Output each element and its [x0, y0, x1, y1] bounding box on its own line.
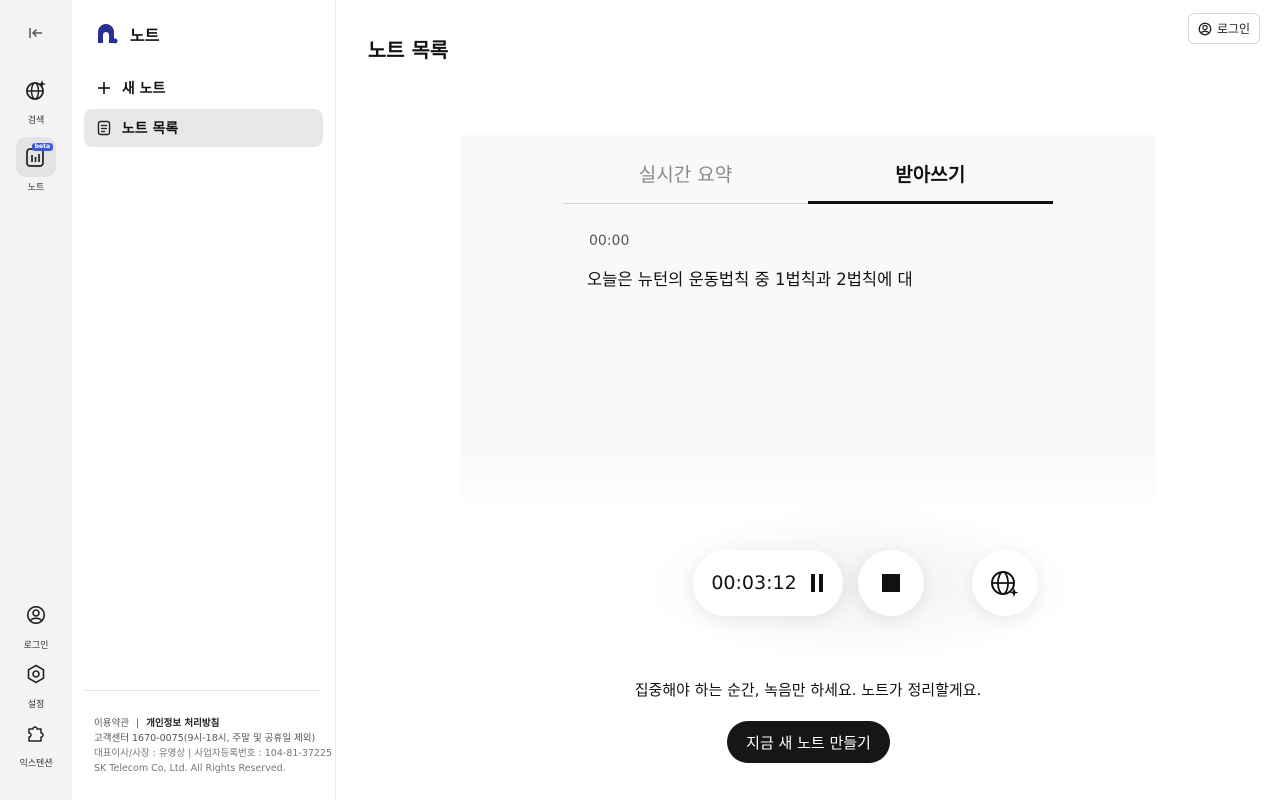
terms-link[interactable]: 이용약관 [94, 718, 129, 729]
tab-live-summary[interactable]: 실시간 요약 [563, 160, 808, 203]
globe-sparkle-icon [26, 80, 46, 100]
document-icon [97, 120, 111, 136]
rail-extension-button[interactable] [16, 713, 56, 753]
pause-icon[interactable] [809, 573, 825, 593]
recorder-tabs: 실시간 요약 받아쓰기 [563, 160, 1053, 204]
transcript-timestamp: 00:00 [589, 233, 630, 249]
footer-separator: | [136, 718, 140, 729]
rail-note-button[interactable]: beta [16, 137, 56, 177]
rail-note-label: 노트 [27, 183, 45, 193]
sidebar-item-note-list[interactable]: 노트 목록 [84, 109, 323, 147]
rail-login-button[interactable] [16, 595, 56, 635]
new-note-label: 새 노트 [122, 81, 166, 97]
note-list-label: 노트 목록 [122, 121, 179, 137]
elapsed-timer: 00:03:12 [711, 572, 797, 594]
copyright-text: SK Telecom Co, Ltd. All Rights Reserved. [94, 763, 286, 774]
translate-button[interactable] [972, 550, 1038, 616]
brand[interactable]: 노트 [96, 22, 159, 46]
create-note-button[interactable]: 지금 새 노트 만들기 [727, 721, 890, 763]
stop-icon [882, 574, 900, 592]
customer-center-text: 고객센터 1670-0075(9시-18시, 주말 및 공휴일 제외) [94, 733, 316, 744]
beta-badge: beta [31, 143, 53, 151]
ceo-registration-text: 대표이사/사장 : 유영상 | 사업자등록번호 : 104-81-37225 [94, 748, 333, 759]
stop-button[interactable] [858, 550, 924, 616]
brand-name: 노트 [130, 26, 160, 45]
rail-search-label: 검색 [27, 116, 45, 126]
puzzle-icon [28, 726, 44, 742]
new-note-button[interactable]: 새 노트 [84, 69, 323, 107]
timer-pause-control[interactable]: 00:03:12 [693, 550, 843, 616]
page-title: 노트 목록 [368, 38, 449, 62]
login-button[interactable]: 로그인 [1188, 13, 1260, 44]
rail-extension-label: 익스텐션 [19, 759, 53, 769]
sidebar-footer: 이용약관 | 개인정보 처리방침 고객센터 1670-0075(9시-18시, … [94, 716, 333, 776]
tab-dictation[interactable]: 받아쓰기 [808, 160, 1053, 204]
transcript-text: 오늘은 뉴턴의 운동법칙 중 1법칙과 2법칙에 대 [587, 270, 913, 289]
privacy-link[interactable]: 개인정보 처리방침 [146, 718, 219, 729]
user-circle-icon [1198, 22, 1212, 35]
login-button-label: 로그인 [1216, 22, 1251, 36]
globe-sparkle-icon [991, 571, 1019, 597]
rail-search-button[interactable] [16, 70, 56, 110]
user-circle-icon [27, 606, 45, 624]
brand-logo-icon [98, 24, 118, 44]
plus-icon [98, 82, 110, 94]
tagline: 집중해야 하는 순간, 녹음만 하세요. 노트가 정리할게요. [634, 681, 982, 699]
collapse-sidebar-icon [29, 28, 42, 38]
collapse-sidebar-button[interactable] [16, 13, 56, 53]
rail-login-label: 로그인 [23, 641, 49, 651]
